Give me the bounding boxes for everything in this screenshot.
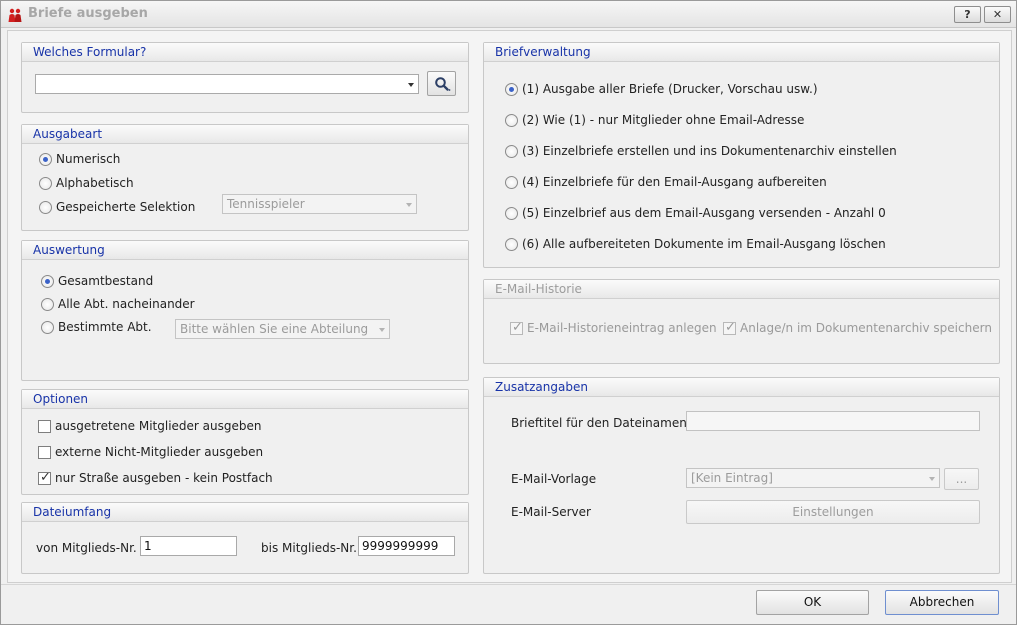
vorlage-browse-button[interactable]: ...: [944, 468, 979, 490]
label-bis-mitglieds-nr: bis Mitglieds-Nr.: [261, 541, 357, 555]
chevron-down-icon: [408, 83, 414, 87]
ok-button[interactable]: OK: [756, 590, 869, 615]
historie-header: E-Mail-Historie: [484, 280, 999, 299]
close-button[interactable]: ✕: [984, 6, 1011, 23]
app-people-icon: [8, 8, 22, 22]
checkbox-nur-strasse[interactable]: ✓: [38, 470, 51, 485]
label-gesamtbestand: Gesamtbestand: [58, 274, 154, 288]
radio-gesamtbestand[interactable]: [41, 275, 54, 288]
optionen-panel: Optionen ausgetretene Mitglieder ausgebe…: [21, 389, 469, 495]
label-nur-strasse: nur Straße ausgeben - kein Postfach: [55, 471, 273, 485]
radio-brief-option-1[interactable]: [505, 83, 518, 96]
label-email-server: E-Mail-Server: [511, 505, 591, 519]
radio-alphabetisch[interactable]: [39, 177, 52, 190]
ausgabeart-header: Ausgabeart: [22, 125, 468, 144]
window-title: Briefe ausgeben: [28, 6, 148, 21]
checkbox-ausgetretene[interactable]: [38, 420, 51, 433]
label-externe: externe Nicht-Mitglieder ausgeben: [55, 445, 264, 459]
chevron-down-icon: [406, 203, 412, 207]
radio-brief-option-4[interactable]: [505, 176, 518, 189]
dialog-footer: OK Abbrechen: [1, 584, 1016, 624]
ausgabeart-panel: Ausgabeart Numerisch Alphabetisch Gespei…: [21, 124, 469, 231]
radio-numerisch[interactable]: [39, 153, 52, 166]
checkbox-externe[interactable]: [38, 446, 51, 459]
dialog-window: Briefe ausgeben ? ✕ Welches Formular? Au…: [0, 0, 1017, 625]
label-brief-option-6: (6) Alle aufbereiteten Dokumente im Emai…: [522, 237, 886, 251]
auswertung-panel: Auswertung Gesamtbestand Alle Abt. nache…: [21, 240, 469, 381]
label-alphabetisch: Alphabetisch: [56, 176, 134, 190]
checkmark-icon: ✓: [725, 320, 736, 335]
label-brieftitel: Brieftitel für den Dateinamen: [511, 416, 687, 430]
label-alle-abt: Alle Abt. nacheinander: [58, 297, 195, 311]
email-vorlage-value: [Kein Eintrag]: [691, 471, 773, 485]
checkbox-anlage-archiv[interactable]: ✓: [723, 320, 736, 335]
chevron-down-icon: [379, 328, 385, 332]
abteilung-combo-value: Bitte wählen Sie eine Abteilung: [180, 322, 369, 336]
selektion-combo-value: Tennisspieler: [227, 197, 305, 211]
einstellungen-button[interactable]: Einstellungen: [686, 500, 980, 524]
formular-header: Welches Formular?: [22, 43, 468, 62]
selektion-combo[interactable]: Tennisspieler: [222, 194, 417, 214]
label-brief-option-2: (2) Wie (1) - nur Mitglieder ohne Email-…: [522, 113, 805, 127]
radio-brief-option-5[interactable]: [505, 207, 518, 220]
radio-alle-abt[interactable]: [41, 298, 54, 311]
label-brief-option-3: (3) Einzelbriefe erstellen und ins Dokum…: [522, 144, 897, 158]
checkmark-icon: ✓: [512, 320, 523, 335]
bis-mitglieds-nr-input[interactable]: 9999999999: [358, 536, 455, 556]
radio-brief-option-2[interactable]: [505, 114, 518, 127]
radio-bestimmte-abt[interactable]: [41, 321, 54, 334]
label-gespeicherte-selektion: Gespeicherte Selektion: [56, 200, 196, 214]
von-mitglieds-nr-input[interactable]: 1: [140, 536, 237, 556]
brieftitel-input[interactable]: [686, 411, 980, 431]
formular-search-button[interactable]: [427, 71, 456, 96]
label-anlage-archiv: Anlage/n im Dokumentenarchiv speichern: [740, 321, 992, 335]
zusatz-panel: Zusatzangaben Brieftitel für den Dateina…: [483, 377, 1000, 574]
label-historieneintrag: E-Mail-Historieneintrag anlegen: [527, 321, 717, 335]
help-button[interactable]: ?: [954, 6, 981, 23]
chevron-down-icon: [929, 477, 935, 481]
dateiumfang-panel: Dateiumfang von Mitglieds-Nr. 1 bis Mitg…: [21, 502, 469, 574]
radio-brief-option-3[interactable]: [505, 145, 518, 158]
historie-panel: E-Mail-Historie ✓ E-Mail-Historieneintra…: [483, 279, 1000, 364]
label-ausgetretene: ausgetretene Mitglieder ausgeben: [55, 419, 262, 433]
email-vorlage-combo[interactable]: [Kein Eintrag]: [686, 468, 940, 488]
abbrechen-button[interactable]: Abbrechen: [885, 590, 999, 615]
label-brief-option-4: (4) Einzelbriefe für den Email-Ausgang a…: [522, 175, 827, 189]
label-brief-option-5: (5) Einzelbrief aus dem Email-Ausgang ve…: [522, 206, 886, 220]
formular-combo[interactable]: [35, 74, 419, 94]
label-von-mitglieds-nr: von Mitglieds-Nr.: [36, 541, 137, 555]
label-bestimmte-abt: Bestimmte Abt.: [58, 320, 152, 334]
briefverwaltung-header: Briefverwaltung: [484, 43, 999, 62]
label-email-vorlage: E-Mail-Vorlage: [511, 472, 597, 486]
zusatz-header: Zusatzangaben: [484, 378, 999, 397]
search-icon: [435, 77, 451, 91]
formular-panel: Welches Formular?: [21, 42, 469, 113]
dateiumfang-header: Dateiumfang: [22, 503, 468, 522]
optionen-header: Optionen: [22, 390, 468, 409]
briefverwaltung-panel: Briefverwaltung (1) Ausgabe aller Briefe…: [483, 42, 1000, 268]
auswertung-header: Auswertung: [22, 241, 468, 260]
label-brief-option-1: (1) Ausgabe aller Briefe (Drucker, Vorsc…: [522, 82, 818, 96]
radio-brief-option-6[interactable]: [505, 238, 518, 251]
radio-gespeicherte-selektion[interactable]: [39, 201, 52, 214]
abteilung-combo[interactable]: Bitte wählen Sie eine Abteilung: [175, 319, 390, 339]
label-numerisch: Numerisch: [56, 152, 121, 166]
checkbox-historieneintrag[interactable]: ✓: [510, 320, 523, 335]
checkmark-icon: ✓: [40, 470, 51, 485]
title-bar: Briefe ausgeben ? ✕: [1, 1, 1016, 28]
